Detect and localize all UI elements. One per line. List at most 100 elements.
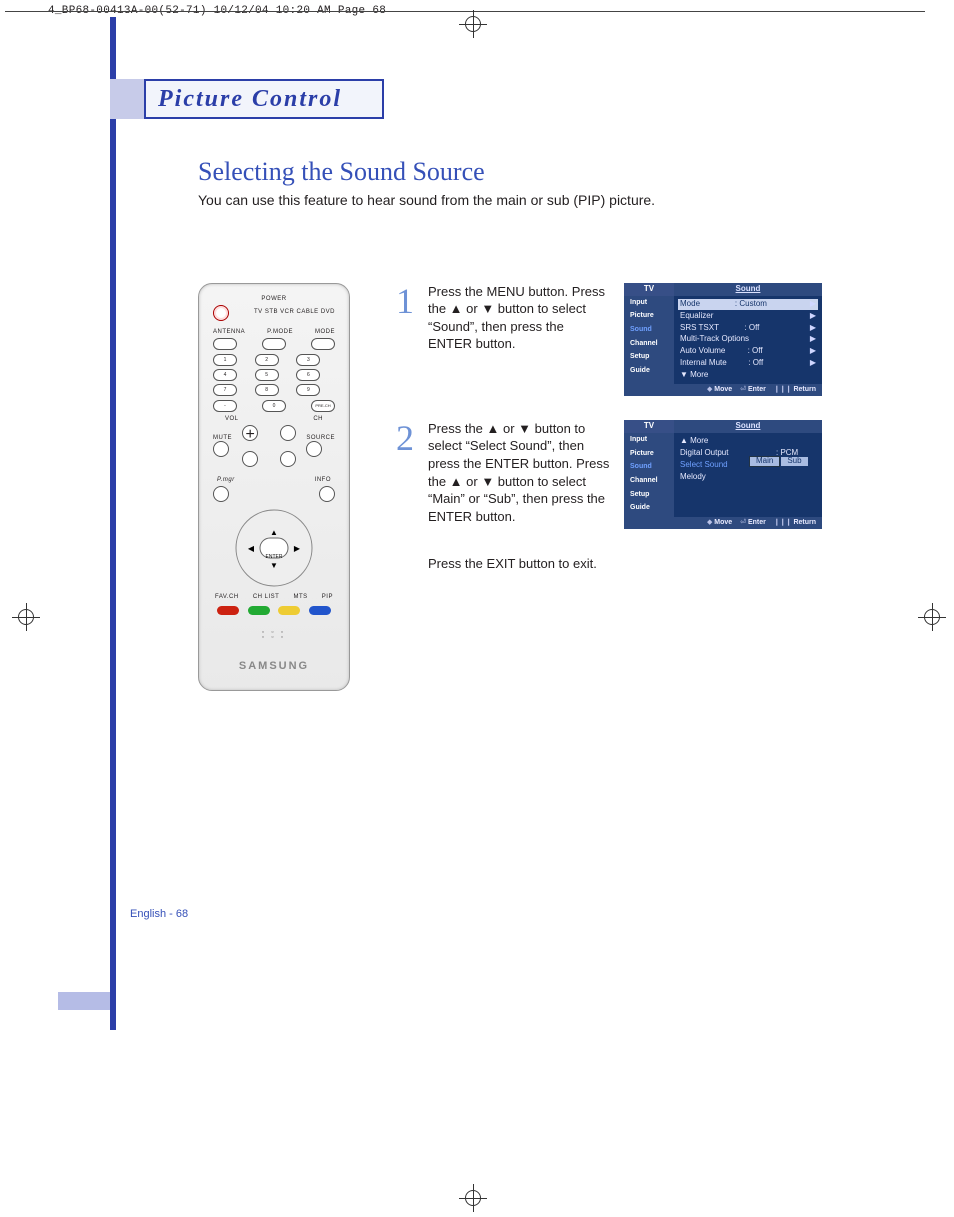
mts-label: MTS <box>293 594 307 600</box>
digit-0-button[interactable]: 0 <box>262 400 286 412</box>
blue-button[interactable] <box>309 606 331 615</box>
registration-mark-right <box>924 609 940 625</box>
nav-pad[interactable]: ▲ ▼ ◀ ▶ ENTER <box>234 508 314 588</box>
step-text-1: Press the MENU button. Press the ▲ or ▼ … <box>428 283 610 390</box>
source-button[interactable] <box>306 441 322 457</box>
osd-tv-label: TV <box>624 283 674 296</box>
osd-title-2: Sound <box>674 420 822 433</box>
antenna-button[interactable] <box>213 338 237 350</box>
osd-row[interactable]: Internal Mute: Off▶ <box>678 358 818 370</box>
source-label: SOURCE <box>306 435 335 441</box>
prech-button[interactable]: PRE-CH <box>311 400 335 412</box>
osd-screen-2: TVSound InputPictureSoundChannelSetupGui… <box>624 420 822 549</box>
device-row-label: TV STB VCR CABLE DVD <box>229 305 335 321</box>
pmode-button[interactable] <box>262 338 286 350</box>
dash-button[interactable]: - <box>213 400 237 412</box>
osd-menu-setup[interactable]: Setup <box>624 488 674 502</box>
step-number-1: 1 <box>396 283 420 390</box>
antenna-label: ANTENNA <box>213 329 245 335</box>
dots: ○ ○ ○○ ○ ○ <box>207 629 341 639</box>
vol-down-button[interactable] <box>242 451 258 467</box>
osd-menu-input[interactable]: Input <box>624 296 674 310</box>
red-button[interactable] <box>217 606 239 615</box>
digit-9-button[interactable]: 9 <box>296 384 320 396</box>
chlist-label: CH LIST <box>253 594 280 600</box>
power-button[interactable] <box>213 305 229 321</box>
digit-6-button[interactable]: 6 <box>296 369 320 381</box>
step-number-2: 2 <box>396 420 420 525</box>
page-title: Selecting the Sound Source <box>198 159 916 185</box>
digit-2-button[interactable]: 2 <box>255 354 279 366</box>
page-footer: English - 68 <box>130 909 916 1030</box>
osd-menu-picture[interactable]: Picture <box>624 309 674 323</box>
favch-label: FAV.CH <box>215 594 239 600</box>
osd-menu-input[interactable]: Input <box>624 433 674 447</box>
mode-label: MODE <box>315 329 335 335</box>
ch-down-button[interactable] <box>280 451 296 467</box>
mute-label: MUTE <box>213 435 232 441</box>
osd-title-1: Sound <box>674 283 822 296</box>
osd-menu-picture[interactable]: Picture <box>624 447 674 461</box>
enter-label: ENTER <box>266 554 283 560</box>
menu-button[interactable] <box>213 486 229 502</box>
svg-text:▲: ▲ <box>270 528 278 537</box>
step-text-2: Press the ▲ or ▼ button to select “Selec… <box>428 420 610 525</box>
digit-1-button[interactable]: 1 <box>213 354 237 366</box>
digit-8-button[interactable]: 8 <box>255 384 279 396</box>
osd-menu-channel[interactable]: Channel <box>624 337 674 351</box>
svg-text:◀: ◀ <box>248 544 255 553</box>
vol-up-button[interactable]: + <box>242 425 258 441</box>
osd-screen-1: TVSound InputPictureSoundChannelSetupGui… <box>624 283 822 396</box>
brand-logo: SAMSUNG <box>207 661 341 672</box>
ch-up-button[interactable] <box>280 425 296 441</box>
step-2-exit: Press the EXIT button to exit. <box>428 555 610 573</box>
exit-button[interactable] <box>319 486 335 502</box>
ch-label: CH <box>313 416 323 422</box>
osd-footer-2: ◆ Move⏎ Enter❙❙❙ Return <box>624 517 822 529</box>
digit-5-button[interactable]: 5 <box>255 369 279 381</box>
osd-option-main[interactable]: Main <box>750 457 779 466</box>
pip-label: PIP <box>322 594 333 600</box>
svg-text:▼: ▼ <box>270 561 278 570</box>
osd-row[interactable]: ▲ More <box>678 436 818 448</box>
osd-row[interactable]: Multi-Track Options▶ <box>678 334 818 346</box>
osd-row[interactable]: Mode: Custom▶ <box>678 299 818 311</box>
digit-3-button[interactable]: 3 <box>296 354 320 366</box>
registration-mark-left <box>18 609 34 625</box>
osd-menu-sound[interactable]: Sound <box>624 323 674 337</box>
vol-label: VOL <box>225 416 239 422</box>
pmgr-label: P.mgr <box>217 477 235 483</box>
registration-mark-bottom <box>465 1190 481 1206</box>
osd-option-sub[interactable]: Sub <box>781 457 807 466</box>
osd-row[interactable]: Auto Volume: Off▶ <box>678 346 818 358</box>
osd-menu-channel[interactable]: Channel <box>624 474 674 488</box>
mode-button[interactable] <box>311 338 335 350</box>
svg-text:▶: ▶ <box>294 544 301 553</box>
osd-row[interactable]: ▼ More <box>678 369 818 381</box>
info-label: INFO <box>315 477 331 483</box>
osd-menu-sound[interactable]: Sound <box>624 460 674 474</box>
osd-tv-label-2: TV <box>624 420 674 433</box>
mute-button[interactable] <box>213 441 229 457</box>
section-header: Picture Control <box>110 79 384 119</box>
side-tab <box>58 992 110 1010</box>
step-1: 1 Press the MENU button. Press the ▲ or … <box>396 283 610 390</box>
section-title: Picture Control <box>144 79 384 119</box>
lead-text: You can use this feature to hear sound f… <box>198 191 916 211</box>
osd-footer-1: ◆ Move⏎ Enter❙❙❙ Return <box>624 384 822 396</box>
yellow-button[interactable] <box>278 606 300 615</box>
osd-row[interactable]: Equalizer▶ <box>678 310 818 322</box>
digit-4-button[interactable]: 4 <box>213 369 237 381</box>
step-2: 2 Press the ▲ or ▼ button to select “Sel… <box>396 420 610 525</box>
osd-row[interactable]: SRS TSXT: Off▶ <box>678 322 818 334</box>
osd-row[interactable]: Melody <box>678 471 818 483</box>
digit-7-button[interactable]: 7 <box>213 384 237 396</box>
osd-menu-setup[interactable]: Setup <box>624 350 674 364</box>
pmode-label: P.MODE <box>267 329 293 335</box>
remote-illustration: POWER TV STB VCR CABLE DVD ANTENNA P.MOD… <box>198 283 350 691</box>
print-slug: 4_BP68-00413A-00(52-71) 10/12/04 10:20 A… <box>0 0 954 17</box>
power-label: POWER <box>207 296 341 302</box>
osd-menu-guide[interactable]: Guide <box>624 364 674 378</box>
osd-menu-guide[interactable]: Guide <box>624 501 674 515</box>
green-button[interactable] <box>248 606 270 615</box>
